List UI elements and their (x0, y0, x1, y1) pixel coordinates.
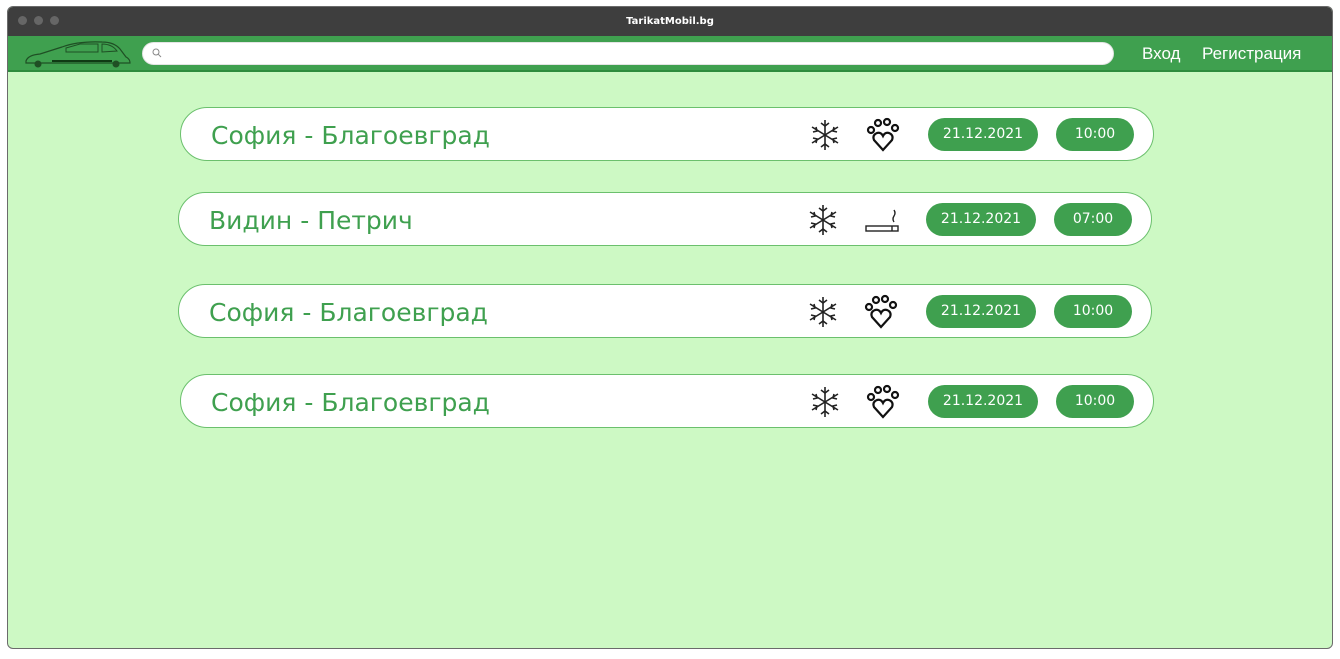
trip-date-badge: 21.12.2021 (926, 203, 1036, 236)
snowflake-icon (809, 205, 837, 235)
cigarette-icon (865, 209, 899, 232)
trip-time-badge: 07:00 (1054, 203, 1132, 236)
title-bar: TarikatMobil.bg (8, 7, 1332, 36)
login-link[interactable]: Вход (1142, 44, 1180, 64)
register-link[interactable]: Регистрация (1202, 44, 1301, 64)
paw-heart-icon (864, 294, 898, 329)
window-title: TarikatMobil.bg (626, 16, 714, 27)
trip-card[interactable]: София - Благоевград 21.12.2021 10:00 (180, 107, 1154, 161)
top-navbar: Вход Регистрация (8, 36, 1332, 72)
paw-heart-icon (866, 117, 900, 152)
trip-date-badge: 21.12.2021 (926, 295, 1036, 328)
search-input[interactable] (142, 42, 1114, 65)
trip-date-badge: 21.12.2021 (928, 118, 1038, 151)
trip-route: София - Благоевград (211, 388, 490, 417)
snowflake-icon (809, 297, 837, 327)
trip-card[interactable]: София - Благоевград 21.12.2021 10:00 (178, 284, 1152, 338)
trip-time-badge: 10:00 (1056, 385, 1134, 418)
paw-heart-icon (866, 384, 900, 419)
trip-route: София - Благоевград (209, 298, 488, 327)
search-icon (152, 48, 162, 58)
trip-card[interactable]: Видин - Петрич 21.12.2021 07:00 (178, 192, 1152, 246)
snowflake-icon (811, 120, 839, 150)
browser-window: TarikatMobil.bg Вход Регистрация София -… (7, 6, 1333, 649)
trip-route: Видин - Петрич (209, 206, 413, 235)
trip-date-badge: 21.12.2021 (928, 385, 1038, 418)
snowflake-icon (811, 387, 839, 417)
trip-card[interactable]: София - Благоевград 21.12.2021 10:00 (180, 374, 1154, 428)
car-icon[interactable] (22, 39, 138, 69)
trip-time-badge: 10:00 (1056, 118, 1134, 151)
trip-route: София - Благоевград (211, 121, 490, 150)
trip-time-badge: 10:00 (1054, 295, 1132, 328)
